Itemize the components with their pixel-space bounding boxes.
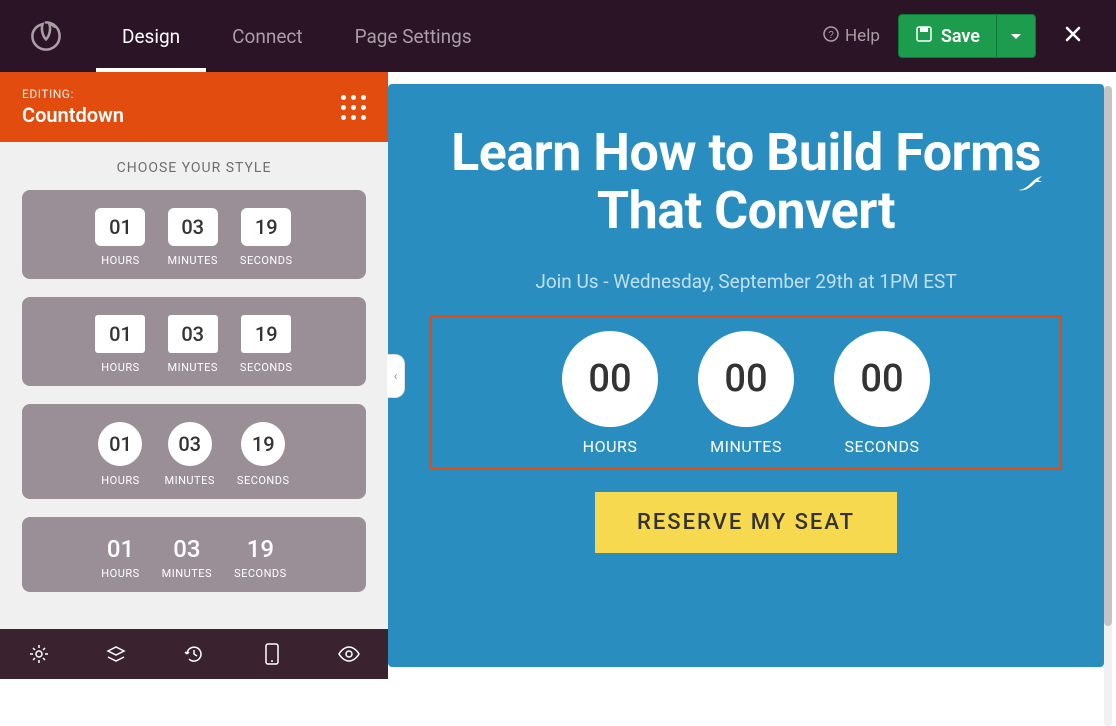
style1-minutes-label: MINUTES xyxy=(167,254,217,267)
drag-handle-icon[interactable] xyxy=(341,95,366,120)
style4-hours-label: HOURS xyxy=(101,567,139,580)
editing-element-name: Countdown xyxy=(22,103,124,127)
countdown-seconds-label: SECONDS xyxy=(834,437,930,456)
subheadline-text[interactable]: Join Us - Wednesday, September 29th at 1… xyxy=(412,270,1080,293)
style3-seconds-value: 19 xyxy=(241,422,285,466)
save-icon xyxy=(915,25,933,48)
style2-minutes-value: 03 xyxy=(168,315,218,353)
style1-hours-label: HOURS xyxy=(95,254,145,267)
collapse-sidebar-handle[interactable]: ‹ xyxy=(387,354,405,398)
save-button[interactable]: Save xyxy=(899,15,996,57)
style-option-3[interactable]: 01 HOURS 03 MINUTES 19 SECONDS xyxy=(22,404,366,499)
style2-hours-value: 01 xyxy=(95,315,145,353)
tab-design[interactable]: Design xyxy=(96,0,206,72)
headline-text[interactable]: Learn How to Build Forms That Convert xyxy=(412,124,1080,240)
style-option-2[interactable]: 01 HOURS 03 MINUTES 19 SECONDS xyxy=(22,297,366,386)
countdown-hours-label: HOURS xyxy=(562,437,658,456)
countdown-seconds-value: 00 xyxy=(834,331,930,427)
style4-seconds-label: SECONDS xyxy=(234,567,287,580)
style3-hours-value: 01 xyxy=(98,422,142,466)
help-label: Help xyxy=(845,26,880,46)
close-button[interactable] xyxy=(1054,18,1092,55)
save-dropdown[interactable] xyxy=(996,15,1035,57)
countdown-minutes-label: MINUTES xyxy=(698,437,794,456)
preview-icon[interactable] xyxy=(310,629,388,679)
style4-minutes-value: 03 xyxy=(162,535,212,563)
style2-seconds-label: SECONDS xyxy=(240,361,293,374)
style3-minutes-label: MINUTES xyxy=(164,474,214,487)
style4-seconds-value: 19 xyxy=(234,535,287,563)
help-link[interactable]: ? Help xyxy=(823,26,880,47)
style4-hours-value: 01 xyxy=(101,535,139,563)
cta-button[interactable]: RESERVE MY SEAT xyxy=(595,492,897,553)
scrollbar[interactable] xyxy=(1104,86,1112,726)
style2-hours-label: HOURS xyxy=(95,361,145,374)
style-option-1[interactable]: 01 HOURS 03 MINUTES 19 SECONDS xyxy=(22,190,366,279)
style1-hours-value: 01 xyxy=(95,208,145,246)
help-icon: ? xyxy=(823,26,839,47)
mobile-preview-icon[interactable] xyxy=(233,629,311,679)
choose-style-heading: CHOOSE YOUR STYLE xyxy=(22,160,366,176)
style2-seconds-value: 19 xyxy=(241,315,291,353)
style2-minutes-label: MINUTES xyxy=(167,361,217,374)
layers-icon[interactable] xyxy=(78,629,156,679)
editing-label: EDITING: xyxy=(22,87,124,101)
style1-seconds-label: SECONDS xyxy=(240,254,293,267)
history-icon[interactable] xyxy=(155,629,233,679)
tab-connect[interactable]: Connect xyxy=(206,0,328,72)
countdown-hours-value: 00 xyxy=(562,331,658,427)
page-canvas[interactable]: Learn How to Build Forms That Convert Jo… xyxy=(388,84,1104,667)
style3-minutes-value: 03 xyxy=(168,422,212,466)
style1-seconds-value: 19 xyxy=(241,208,291,246)
panel-header: EDITING: Countdown xyxy=(0,72,388,142)
style3-seconds-label: SECONDS xyxy=(237,474,290,487)
save-label: Save xyxy=(941,26,980,47)
countdown-element[interactable]: 00 HOURS 00 MINUTES 00 SECONDS xyxy=(430,315,1062,470)
style4-minutes-label: MINUTES xyxy=(162,567,212,580)
style-option-4[interactable]: 01 HOURS 03 MINUTES 19 SECONDS xyxy=(22,517,366,592)
style3-hours-label: HOURS xyxy=(98,474,142,487)
countdown-minutes-value: 00 xyxy=(698,331,794,427)
svg-text:?: ? xyxy=(828,30,834,41)
settings-icon[interactable] xyxy=(0,629,78,679)
tab-page-settings[interactable]: Page Settings xyxy=(329,0,498,72)
cursor-icon xyxy=(1016,172,1044,199)
app-logo xyxy=(28,18,64,54)
style1-minutes-value: 03 xyxy=(168,208,218,246)
